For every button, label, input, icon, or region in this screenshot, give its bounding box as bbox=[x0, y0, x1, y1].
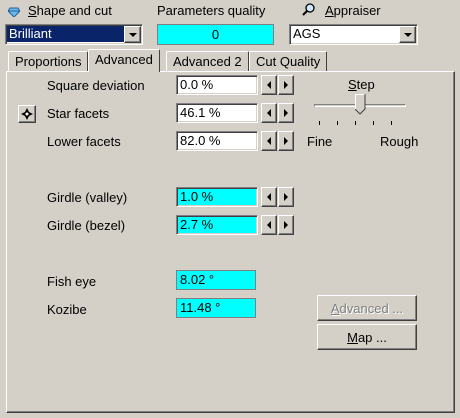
advanced-button-label: Advanced ... bbox=[330, 300, 404, 316]
lower-facets-label: Lower facets bbox=[47, 134, 121, 149]
shape-cut-value: Brilliant bbox=[7, 26, 124, 42]
appraiser-dropdown-button[interactable] bbox=[399, 26, 416, 43]
star-facets-icon-button[interactable] bbox=[18, 105, 36, 123]
parameters-quality-number: 0 bbox=[211, 27, 220, 42]
shape-cut-dropdown-button[interactable] bbox=[124, 26, 141, 43]
girdle-bezel-input[interactable]: 2.7 % bbox=[176, 215, 258, 235]
step-label: Step bbox=[348, 77, 375, 92]
star-facets-input[interactable]: 46.1 % bbox=[176, 103, 258, 123]
tab-cut-quality-label: Cut Quality bbox=[256, 54, 321, 69]
square-deviation-increase-button[interactable] bbox=[278, 75, 294, 95]
diamond-icon bbox=[7, 5, 21, 18]
chevron-down-icon bbox=[403, 32, 412, 37]
girdle-bezel-label: Girdle (bezel) bbox=[47, 218, 126, 233]
map-button[interactable]: Map ... bbox=[317, 324, 417, 350]
square-deviation-label: Square deviation bbox=[47, 78, 145, 93]
lower-facets-input[interactable]: 82.0 % bbox=[176, 131, 258, 151]
lower-facets-increase-button[interactable] bbox=[278, 131, 294, 151]
arrow-left-icon bbox=[267, 221, 271, 229]
magnifier-icon bbox=[302, 3, 316, 17]
tab-advanced-2[interactable]: Advanced 2 bbox=[166, 51, 249, 71]
parameters-quality-value: 0 bbox=[157, 24, 274, 45]
parameters-quality-label: Parameters quality bbox=[157, 3, 266, 18]
fish-eye-value: 8.02 ° bbox=[176, 270, 256, 290]
lower-facets-decrease-button[interactable] bbox=[261, 131, 277, 151]
arrow-left-icon bbox=[267, 81, 271, 89]
advanced-button[interactable]: Advanced ... bbox=[317, 295, 417, 321]
step-slider[interactable] bbox=[312, 93, 410, 128]
map-button-label: Map ... bbox=[347, 329, 387, 345]
arrow-right-icon bbox=[284, 109, 288, 117]
arrow-right-icon bbox=[284, 193, 288, 201]
slider-thumb[interactable] bbox=[354, 93, 366, 115]
tab-proportions-label: Proportions bbox=[15, 54, 82, 69]
star-facets-label: Star facets bbox=[47, 106, 110, 121]
kozibe-label: Kozibe bbox=[47, 302, 87, 317]
slider-ticks bbox=[312, 121, 410, 126]
girdle-bezel-increase-button[interactable] bbox=[278, 215, 294, 235]
square-deviation-decrease-button[interactable] bbox=[261, 75, 277, 95]
girdle-valley-increase-button[interactable] bbox=[278, 187, 294, 207]
tab-proportions[interactable]: Proportions bbox=[8, 51, 89, 71]
step-min-label: Fine bbox=[307, 134, 333, 149]
shape-cut-combo[interactable]: Brilliant bbox=[5, 24, 143, 45]
arrow-left-icon bbox=[267, 109, 271, 117]
girdle-valley-decrease-button[interactable] bbox=[261, 187, 277, 207]
shape-cut-label: Shape and cut bbox=[28, 3, 112, 18]
tab-advanced-label: Advanced bbox=[95, 52, 153, 67]
square-deviation-input[interactable]: 0.0 % bbox=[176, 75, 258, 95]
girdle-bezel-decrease-button[interactable] bbox=[261, 215, 277, 235]
chevron-down-icon bbox=[128, 32, 137, 37]
tab-advanced[interactable]: Advanced bbox=[88, 49, 160, 72]
appraiser-label: Appraiser bbox=[325, 3, 381, 18]
arrow-right-icon bbox=[284, 81, 288, 89]
tab-advanced-2-label: Advanced 2 bbox=[173, 54, 242, 69]
step-max-label: Rough bbox=[380, 134, 419, 149]
girdle-valley-label: Girdle (valley) bbox=[47, 190, 128, 205]
tab-cut-quality[interactable]: Cut Quality bbox=[249, 51, 328, 71]
fish-eye-label: Fish eye bbox=[47, 274, 97, 289]
arrow-left-icon bbox=[267, 137, 271, 145]
star-facets-increase-button[interactable] bbox=[278, 103, 294, 123]
arrow-right-icon bbox=[284, 137, 288, 145]
girdle-valley-input[interactable]: 1.0 % bbox=[176, 187, 258, 207]
star-facets-decrease-button[interactable] bbox=[261, 103, 277, 123]
appraiser-value: AGS bbox=[293, 26, 321, 41]
star-facets-icon bbox=[21, 108, 33, 120]
arrow-right-icon bbox=[284, 221, 288, 229]
kozibe-value: 11.48 ° bbox=[176, 298, 256, 318]
arrow-left-icon bbox=[267, 193, 271, 201]
